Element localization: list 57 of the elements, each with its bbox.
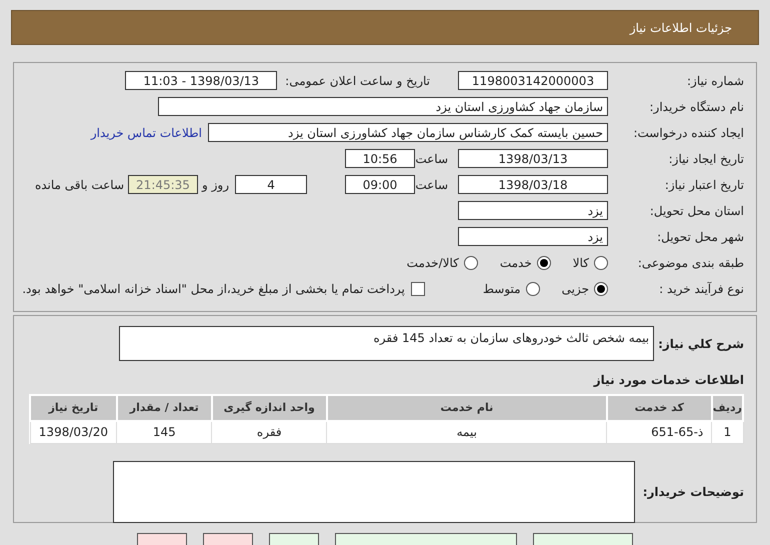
field-label: شرح کلي نیاز: <box>658 336 744 352</box>
section-title: اطلاعات خدمات مورد نیاز <box>592 372 744 389</box>
header-title: جزئیات اطلاعات نیاز <box>630 20 732 36</box>
field-label: کالا <box>572 254 589 272</box>
description-box[interactable]: بیمه شخص ثالث خودروهای سازمان به تعداد 145 فقره <box>119 326 654 361</box>
field-label: شماره نیاز: <box>686 72 744 90</box>
column-header: کد خدمت <box>606 395 712 421</box>
text-field[interactable]: 1198003142000003 <box>458 71 608 90</box>
field-label: ساعت <box>415 176 448 194</box>
column-header: ردیف <box>712 395 743 421</box>
column-header: تاریخ نیاز <box>30 395 117 421</box>
field-label: ساعت باقی مانده <box>34 176 124 194</box>
column-header: تعداد / مقدار <box>116 395 212 421</box>
text-field[interactable]: یزد <box>458 227 608 246</box>
field-label: توضیحات خریدار: <box>642 484 744 500</box>
field-label: نام دستگاه خریدار: <box>648 98 744 116</box>
column-header: واحد اندازه گیری <box>212 395 327 421</box>
field-label: روز و <box>202 176 229 194</box>
text-field[interactable]: 10:56 <box>345 149 415 168</box>
field-label: طبقه بندی موضوعی: <box>636 254 744 272</box>
field-label: ساعت <box>415 150 448 168</box>
field-label: نوع فرآیند خرید : <box>658 280 744 298</box>
text-field[interactable]: 4 <box>235 175 307 194</box>
radio-button[interactable] <box>536 256 551 270</box>
field-label: متوسط <box>482 280 521 298</box>
field-label: کالا/خدمت <box>406 254 459 272</box>
field-label: تاریخ اعتبار نیاز: <box>664 176 744 194</box>
field-label: جزیی <box>562 280 589 298</box>
notes-box[interactable] <box>112 460 635 522</box>
radio-button[interactable] <box>464 256 478 270</box>
field-label: استان محل تحویل: <box>648 202 744 220</box>
contact-link[interactable]: اطلاعات تماس خریدار <box>90 124 202 142</box>
field-label: خدمت <box>500 254 532 272</box>
text-field[interactable]: 1398/03/18 <box>458 175 608 194</box>
text-field[interactable]: 1398/03/13 <box>458 149 608 168</box>
field-label: شهر محل تحویل: <box>656 228 744 246</box>
table-cell: 1398/03/20 <box>30 421 117 443</box>
field-label: پرداخت تمام یا بخشی از مبلغ خرید،از محل "اسناد خزانه اسلامی" خواهد بود. <box>22 280 405 298</box>
text-field[interactable]: حسین بایسته کمک کارشناس سازمان جهاد کشاورزی استان یزد <box>208 123 608 142</box>
text-field[interactable]: 09:00 <box>345 175 415 194</box>
column-header: نام خدمت <box>326 395 607 421</box>
table-cell: ذ-65-651 <box>606 421 712 443</box>
text-field[interactable]: 21:45:35 <box>128 175 198 194</box>
text-field[interactable]: سازمان جهاد کشاورزی استان یزد <box>158 97 608 116</box>
field-label: ایجاد کننده درخواست: <box>632 124 744 142</box>
table-cell: بیمه <box>326 421 607 443</box>
table-cell: فقره <box>212 421 327 443</box>
radio-button[interactable] <box>526 282 540 296</box>
radio-button[interactable] <box>594 282 608 296</box>
table-cell: 145 <box>116 421 212 443</box>
text-field[interactable]: 1398/03/13 - 11:03 <box>125 71 278 90</box>
text-field[interactable]: یزد <box>458 201 608 220</box>
table-cell: 1 <box>712 421 743 443</box>
checkbox[interactable] <box>410 282 425 296</box>
field-label: تاریخ و ساعت اعلان عمومی: <box>285 72 430 90</box>
field-label: تاریخ ایجاد نیاز: <box>668 150 744 168</box>
radio-button[interactable] <box>594 256 608 270</box>
